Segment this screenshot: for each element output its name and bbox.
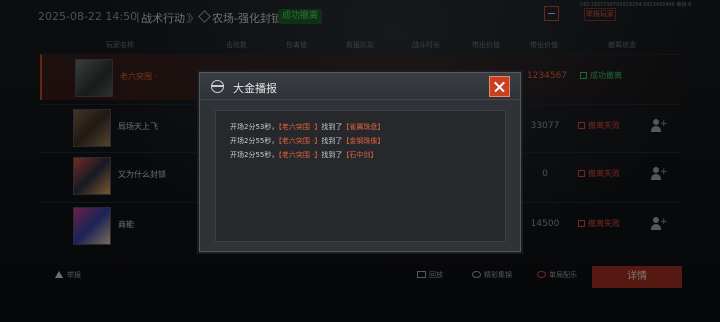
- message-item: 【金钢珠像】: [342, 137, 385, 145]
- dialog-header: 大金播报: [200, 73, 520, 100]
- message-time: 开场2分55秒，: [230, 137, 279, 145]
- message-item: 【雀翼珠盘】: [342, 123, 385, 131]
- message-player: 【老六突围 ·】: [278, 123, 322, 131]
- broadcast-message: 开场2分53秒，【老六突围 ·】找到了【雀翼珠盘】: [230, 122, 384, 132]
- message-verb: 找到了: [321, 151, 343, 159]
- message-verb: 找到了: [321, 123, 343, 131]
- message-time: 开场2分53秒，: [230, 123, 279, 131]
- broadcast-icon: [211, 80, 224, 93]
- message-time: 开场2分55秒，: [230, 151, 279, 159]
- broadcast-dialog: 大金播报 开场2分53秒，【老六突围 ·】找到了【雀翼珠盘】 开场2分55秒，【…: [199, 72, 521, 252]
- message-player: 【老六突围 ·】: [278, 137, 322, 145]
- message-player: 【老六突围 ·】: [278, 151, 322, 159]
- broadcast-message: 开场2分55秒，【老六突围 ·】找到了【石中剑】: [230, 150, 377, 160]
- message-verb: 找到了: [321, 137, 343, 145]
- close-icon[interactable]: [489, 76, 510, 97]
- dialog-title: 大金播报: [233, 82, 277, 95]
- dialog-body: 开场2分53秒，【老六突围 ·】找到了【雀翼珠盘】 开场2分55秒，【老六突围 …: [215, 110, 506, 242]
- message-item: 【石中剑】: [342, 151, 378, 159]
- broadcast-message: 开场2分55秒，【老六突围 ·】找到了【金钢珠像】: [230, 136, 384, 146]
